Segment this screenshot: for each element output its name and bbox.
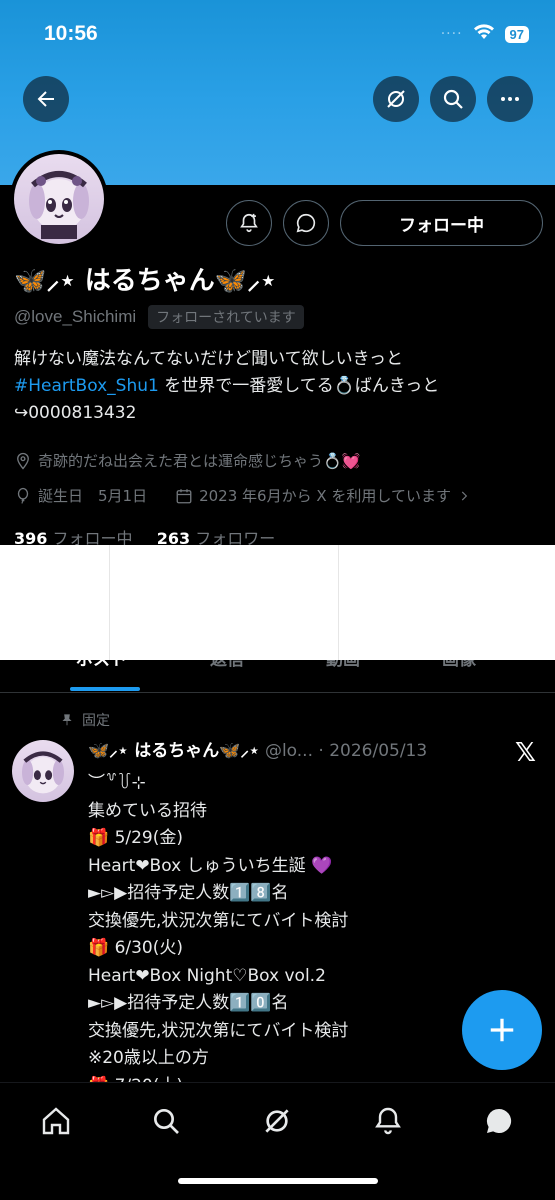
location-text: 奇跡的だね出会えた君とは運命感じちゃう💍💓: [38, 452, 361, 470]
home-icon: [42, 1107, 70, 1135]
balloon-icon: [17, 487, 29, 504]
pinned-text: 固定: [82, 713, 110, 729]
handle-row: @love_Shichimi フォローされています: [14, 305, 304, 329]
birthday-text: 誕生日 5月1日: [38, 487, 148, 505]
compose-button[interactable]: [462, 990, 542, 1070]
profile-avatar[interactable]: [10, 150, 108, 248]
post-header: 🦋⸝⋆ はるちゃん🦋⸝⋆ @lo... · 2026/05/13: [88, 736, 427, 761]
nav-home[interactable]: [38, 1103, 74, 1139]
location-icon: [17, 452, 29, 470]
status-time: 10:56: [44, 22, 98, 45]
plus-icon: [490, 1018, 514, 1042]
following-button[interactable]: フォロー中: [340, 200, 543, 246]
home-indicator: [178, 1178, 378, 1184]
active-tab-indicator: [70, 687, 140, 691]
bell-icon: [375, 1107, 401, 1135]
x-logo-icon: 𝕏: [515, 738, 536, 768]
joined-text[interactable]: 2023 年6月から X を利用しています: [199, 485, 451, 506]
post-author-name[interactable]: 🦋⸝⋆ はるちゃん🦋⸝⋆: [88, 741, 260, 761]
location-row: 奇跡的だね出会えた君とは運命感じちゃう💍💓: [14, 450, 360, 471]
birthday-joined-row: 誕生日 5月1日 2023 年6月から X を利用しています: [14, 485, 471, 506]
message-icon: [296, 213, 316, 233]
more-icon: [501, 97, 519, 101]
nav-notifications[interactable]: [370, 1103, 406, 1139]
bio-line-1: 解けない魔法なんてないだけど聞いて欲しいきっと: [14, 349, 403, 369]
chevron-right-icon[interactable]: [457, 489, 471, 503]
pin-icon: [62, 714, 72, 726]
back-arrow-icon: [37, 91, 54, 107]
grok-button[interactable]: [373, 76, 419, 122]
follows-you-badge: フォローされています: [148, 305, 304, 329]
more-button[interactable]: [487, 76, 533, 122]
status-bar: 10:56 ···· 97: [0, 0, 555, 70]
search-button[interactable]: [430, 76, 476, 122]
battery-indicator: 97: [504, 25, 529, 43]
explore-icon: [154, 1109, 179, 1134]
notify-plus-icon: [240, 213, 258, 233]
notify-button[interactable]: [226, 200, 272, 246]
nav-messages[interactable]: [481, 1103, 517, 1139]
post-avatar[interactable]: [12, 740, 74, 802]
status-indicators: ···· 97: [441, 24, 529, 44]
bio-line-2-text: を世界で一番愛してる💍ばんきっと: [158, 376, 440, 396]
hashtag-link[interactable]: #HeartBox_Shu1: [14, 376, 159, 396]
nav-grok[interactable]: [259, 1103, 295, 1139]
post-body: ︶꒷꒦⊹ 集めている招待 🎁 5/29(金) Heart❤Box しゅういち生誕…: [88, 773, 349, 1096]
cellular-signal-icon: ····: [440, 26, 463, 42]
display-name: 🦋⸝⋆ はるちゃん🦋⸝⋆: [14, 266, 277, 296]
profile-bio: 解けない魔法なんてないだけど聞いて欲しいきっと #HeartBox_Shu1 を…: [14, 346, 544, 427]
back-button[interactable]: [23, 76, 69, 122]
grok-icon: [265, 1109, 289, 1133]
avatar-character-image: [22, 751, 64, 794]
pinned-label: 固定: [60, 710, 110, 730]
avatar-character-image: [29, 171, 89, 239]
bio-line-2: #HeartBox_Shu1 を世界で一番愛してる💍ばんきっと: [14, 373, 544, 400]
grok-icon: [387, 90, 405, 108]
post-meta: @lo... · 2026/05/13: [259, 741, 428, 761]
user-handle: @love_Shichimi: [14, 307, 137, 326]
bio-line-3: ↪0000813432: [14, 403, 137, 423]
message-button[interactable]: [283, 200, 329, 246]
messages-icon: [486, 1108, 512, 1133]
blank-overlay: [0, 545, 555, 660]
calendar-icon: [176, 488, 192, 503]
nav-explore[interactable]: [148, 1103, 184, 1139]
wifi-icon: [473, 24, 495, 44]
search-icon: [443, 89, 463, 109]
